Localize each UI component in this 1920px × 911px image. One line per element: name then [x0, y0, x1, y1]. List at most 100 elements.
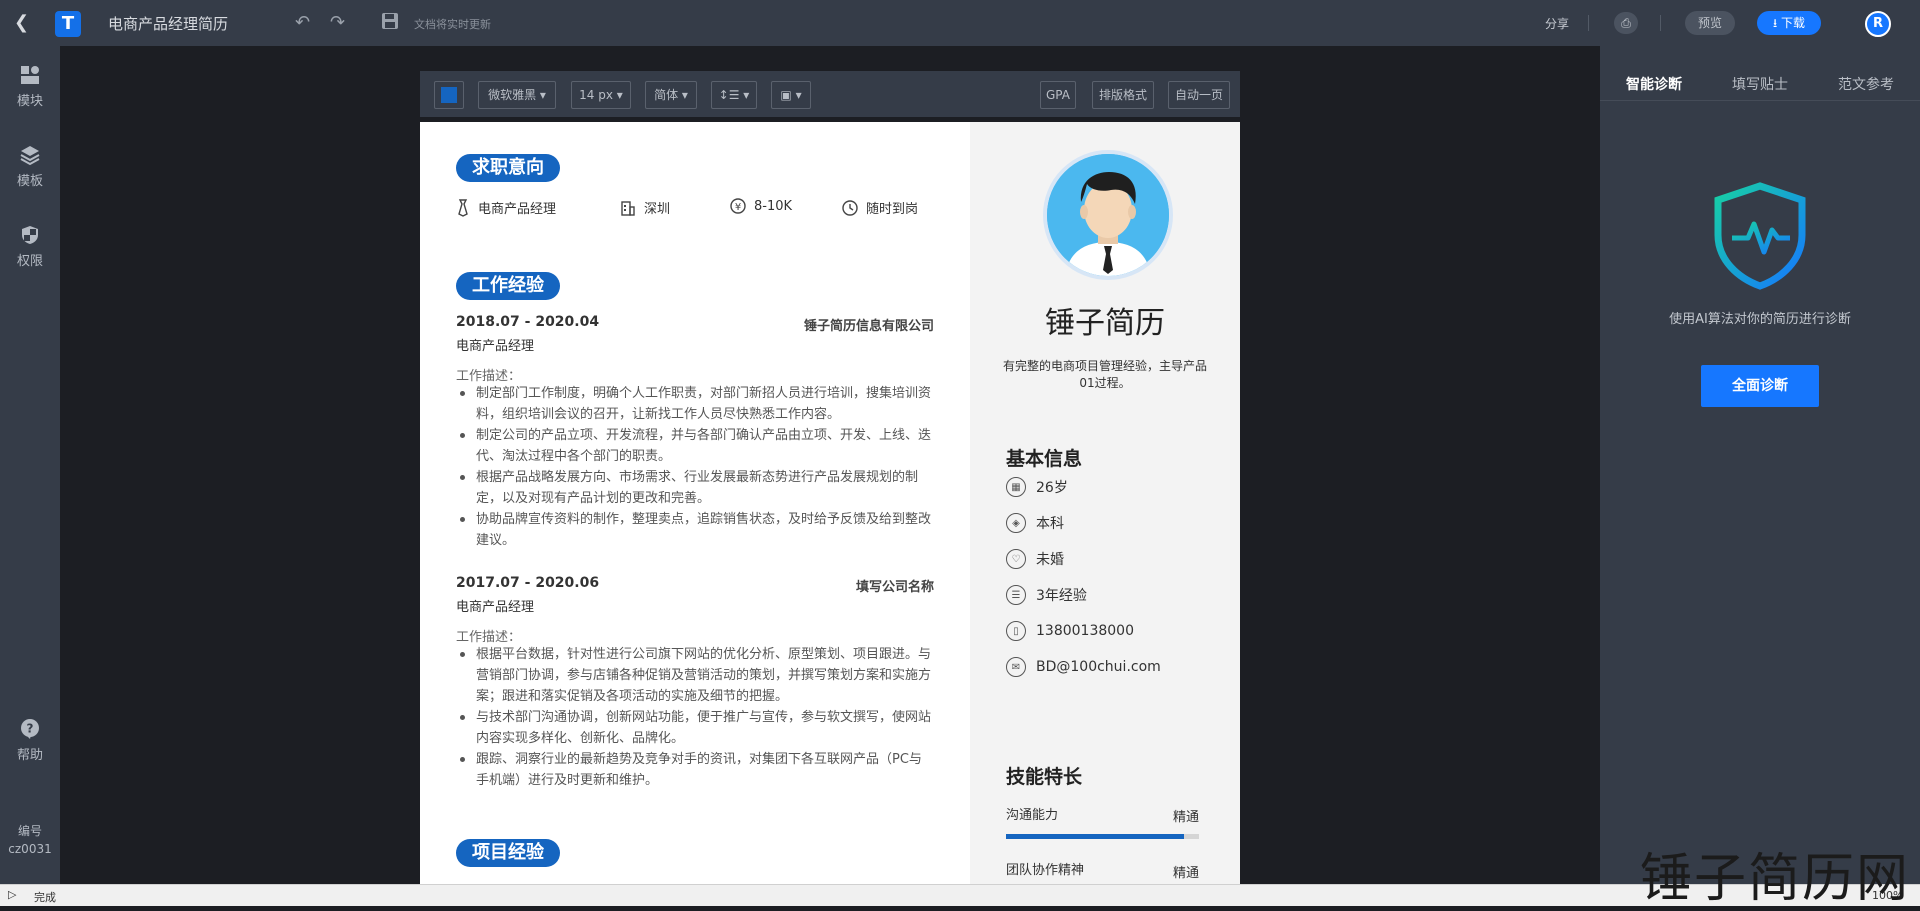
- spacing-icon: ▣: [780, 88, 792, 102]
- job-title[interactable]: 电商产品经理: [456, 596, 534, 615]
- skill-bar: [1006, 834, 1199, 839]
- section-title-basic[interactable]: 基本信息: [1006, 444, 1082, 471]
- intent-availability[interactable]: 随时到岗: [842, 198, 918, 217]
- font-family-select[interactable]: 微软雅黑 ▾: [478, 81, 556, 109]
- diagnosis-description: 使用AI算法对你的简历进行诊断: [1669, 312, 1851, 327]
- sidebar-item-help[interactable]: ? 帮助: [0, 718, 60, 763]
- download-button[interactable]: ⭳ 下载: [1757, 11, 1821, 35]
- font-size-select[interactable]: 14 px ▾: [571, 81, 631, 109]
- sidebar-item-label: 模板: [16, 174, 43, 189]
- sidebar-item-permissions[interactable]: 权限: [0, 224, 60, 269]
- script-select[interactable]: 简体 ▾: [645, 81, 697, 109]
- job-date[interactable]: 2017.07 - 2020.06: [456, 575, 599, 591]
- intent-city-value: 深圳: [644, 202, 671, 217]
- user-avatar[interactable]: R: [1865, 11, 1891, 37]
- layers-icon: [20, 146, 40, 166]
- sidebar-item-modules[interactable]: 模块: [0, 64, 60, 109]
- font-family-value: 微软雅黑: [488, 88, 537, 102]
- skill-bar-fill: [1006, 834, 1184, 839]
- list-item: 制定部门工作制度，明确个人工作职责，对部门新招人员进行培训，搜集培训资料，组织培…: [456, 383, 934, 425]
- tab-ai-diagnosis[interactable]: 智能诊断: [1626, 74, 1682, 94]
- section-title-skills[interactable]: 技能特长: [1006, 762, 1082, 789]
- list-item: 根据平台数据，针对性进行公司旗下网站的优化分析、原型策划、项目跟进。与营销部门协…: [456, 644, 934, 707]
- intent-salary[interactable]: ¥ 8-10K: [730, 198, 792, 214]
- template-code-label: 编号: [17, 824, 42, 838]
- font-size-value: 14 px: [579, 88, 613, 102]
- preview-button[interactable]: 预览: [1685, 11, 1735, 35]
- candidate-name[interactable]: 锤子简历: [970, 298, 1240, 342]
- tab-writing-tips[interactable]: 填写贴士: [1732, 74, 1788, 94]
- template-code-value: cz0031: [8, 842, 52, 856]
- diagnosis-shield-icon: [1714, 182, 1806, 290]
- candidate-intro[interactable]: 有完整的电商项目管理经验，主导产品01过程。: [1000, 358, 1210, 392]
- list-item: 跟踪、洞察行业的最新趋势及竞争对手的资讯，对集团下各互联网产品（PC与手机端）进…: [456, 749, 934, 791]
- phone-icon: ▯: [1006, 621, 1026, 641]
- undo-icon[interactable]: ↶: [295, 12, 310, 33]
- job-bullets[interactable]: 根据平台数据，针对性进行公司旗下网站的优化分析、原型策划、项目跟进。与营销部门协…: [456, 644, 934, 791]
- job-date[interactable]: 2018.07 - 2020.04: [456, 314, 599, 330]
- auto-one-page-button[interactable]: 自动一页: [1168, 81, 1230, 109]
- shield-icon: [22, 226, 38, 244]
- print-icon[interactable]: ⎙: [1614, 12, 1638, 34]
- download-label: 下载: [1781, 16, 1806, 30]
- intent-position-value: 电商产品经理: [478, 202, 557, 217]
- section-title-intent[interactable]: 求职意向: [456, 154, 560, 182]
- line-height-select[interactable]: ↕☰ ▾: [711, 81, 757, 109]
- info-marital[interactable]: ♡ 未婚: [1006, 549, 1064, 569]
- section-title-projects[interactable]: 项目经验: [456, 839, 560, 867]
- experience-icon: ☰: [1006, 585, 1026, 605]
- divider: [1588, 15, 1589, 31]
- assistant-panel: 智能诊断 填写贴士 范文参考 使用AI算法对你的简历进行诊断 全面诊断: [1600, 46, 1920, 884]
- save-icon[interactable]: [380, 11, 400, 31]
- layout-format-button[interactable]: 排版格式: [1092, 81, 1154, 109]
- skill-name[interactable]: 沟通能力: [1006, 804, 1058, 823]
- top-bar: ❮ T 电商产品经理简历 ↶ ↷ 文档将实时更新 分享 ⎙ 预览 ⭳ 下载 R: [0, 0, 1920, 46]
- play-icon[interactable]: ▷: [8, 888, 16, 901]
- job-company[interactable]: 填写公司名称: [856, 576, 934, 595]
- svg-text:¥: ¥: [735, 202, 741, 213]
- list-item: 协助品牌宣传资料的制作，整理卖点，追踪销售状态，及时给予反馈及给到整改建议。: [456, 509, 934, 551]
- job-title[interactable]: 电商产品经理: [456, 335, 534, 354]
- intent-position[interactable]: 电商产品经理: [456, 198, 556, 217]
- back-icon[interactable]: ❮: [14, 13, 34, 33]
- spacing-select[interactable]: ▣ ▾: [771, 81, 811, 109]
- list-item: 与技术部门沟通协调，创新网站功能，便于推广与宣传，参与软文撰写，使网站内容实现多…: [456, 707, 934, 749]
- tab-divider: [1600, 100, 1920, 101]
- status-text: 完成: [34, 891, 56, 904]
- full-diagnosis-button[interactable]: 全面诊断: [1701, 365, 1819, 407]
- job-bullets[interactable]: 制定部门工作制度，明确个人工作职责，对部门新招人员进行培训，搜集培训资料，组织培…: [456, 383, 934, 551]
- resume-main-column: 求职意向 电商产品经理 深圳 ¥ 8-10K 随时到岗 工作经验 2018.07…: [420, 122, 970, 884]
- script-value: 简体: [654, 88, 679, 102]
- avatar-illustration: [1047, 154, 1169, 276]
- gpa-button[interactable]: GPA: [1040, 81, 1076, 109]
- template-code: 编号 cz0031: [0, 822, 60, 858]
- info-education[interactable]: ◈ 本科: [1006, 513, 1064, 533]
- line-height-icon: ↕☰: [718, 88, 740, 102]
- clock-icon: [842, 199, 858, 216]
- profile-photo[interactable]: [1043, 150, 1173, 280]
- job-company[interactable]: 锤子简历信息有限公司: [804, 315, 934, 334]
- email-icon: ✉: [1006, 657, 1026, 677]
- section-title-work[interactable]: 工作经验: [456, 272, 560, 300]
- skill-name[interactable]: 团队协作精神: [1006, 859, 1084, 878]
- blocks-icon: [21, 66, 39, 84]
- document-title[interactable]: 电商产品经理简历: [108, 13, 228, 34]
- info-age[interactable]: ▦ 26岁: [1006, 477, 1068, 497]
- color-swatch: [441, 87, 457, 103]
- sidebar-item-label: 模块: [16, 94, 43, 109]
- skill-level: 精通: [1172, 866, 1199, 881]
- building-icon: [621, 200, 635, 216]
- chevron-down-icon: ▾: [616, 88, 623, 102]
- redo-icon[interactable]: ↷: [330, 12, 345, 33]
- info-phone[interactable]: ▯ 13800138000: [1006, 621, 1134, 641]
- education-icon: ◈: [1006, 513, 1026, 533]
- color-picker[interactable]: [434, 81, 464, 109]
- info-value: 26岁: [1036, 480, 1068, 496]
- intent-city[interactable]: 深圳: [620, 198, 670, 217]
- sidebar-item-templates[interactable]: 模板: [0, 144, 60, 189]
- info-email[interactable]: ✉ BD@100chui.com: [1006, 657, 1161, 677]
- tab-sample-reference[interactable]: 范文参考: [1838, 74, 1894, 94]
- info-experience[interactable]: ☰ 3年经验: [1006, 585, 1087, 605]
- share-button[interactable]: 分享: [1545, 15, 1569, 32]
- app-logo[interactable]: T: [55, 11, 81, 37]
